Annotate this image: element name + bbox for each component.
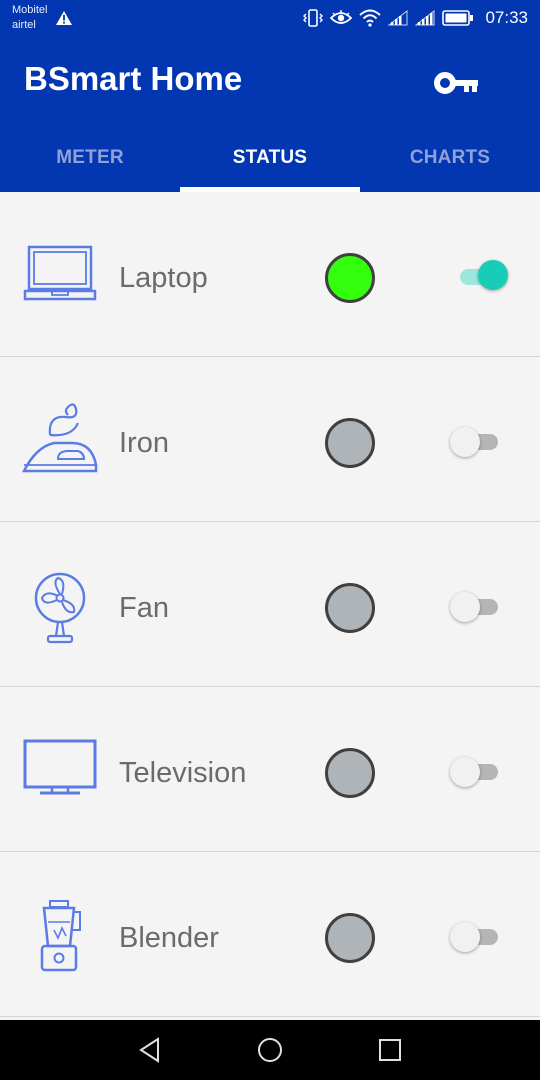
recents-icon[interactable]: [376, 1036, 404, 1064]
wifi-icon: [359, 9, 382, 27]
signal-icon-1: [388, 10, 408, 26]
laptop-icon: [22, 238, 98, 318]
system-nav-bar: [0, 1020, 540, 1080]
key-icon[interactable]: [434, 69, 480, 97]
tab-status[interactable]: STATUS: [180, 132, 360, 192]
iron-icon: [22, 403, 98, 483]
device-label: Blender: [119, 922, 219, 954]
carrier-1: Mobitel: [12, 4, 48, 16]
warning-icon: [56, 11, 72, 25]
status-bar: Mobitel airtel 07:33: [0, 0, 540, 36]
tab-meter[interactable]: METER: [0, 132, 180, 192]
clock: 07:33: [485, 8, 528, 27]
device-row-laptop: Laptop: [0, 192, 540, 357]
battery-icon: [442, 10, 474, 26]
status-indicator: [325, 748, 375, 798]
power-toggle[interactable]: [448, 755, 500, 787]
device-row-blender: Blender: [0, 852, 540, 1017]
status-icons: 07:33: [303, 8, 528, 28]
power-toggle[interactable]: [448, 920, 500, 952]
carrier-info: Mobitel airtel: [12, 3, 47, 33]
device-label: Iron: [119, 427, 169, 459]
tab-bar: METER STATUS CHARTS: [0, 132, 540, 192]
status-indicator: [325, 913, 375, 963]
power-toggle[interactable]: [448, 425, 500, 457]
device-row-television: Television: [0, 687, 540, 852]
television-icon: [22, 733, 98, 813]
power-toggle[interactable]: [448, 590, 500, 622]
device-row-iron: Iron: [0, 357, 540, 522]
power-toggle[interactable]: [448, 260, 508, 292]
back-icon[interactable]: [136, 1036, 164, 1064]
device-label: Fan: [119, 592, 169, 624]
tab-charts[interactable]: CHARTS: [360, 132, 540, 192]
blender-icon: [22, 898, 98, 978]
fan-icon: [22, 568, 98, 648]
device-label: Laptop: [119, 262, 208, 294]
app-bar: BSmart Home METER STATUS CHARTS: [0, 36, 540, 192]
device-row-fan: Fan: [0, 522, 540, 687]
eye-icon: [330, 10, 353, 24]
signal-icon-2: [415, 10, 435, 26]
status-indicator: [325, 418, 375, 468]
vibrate-icon: [303, 9, 324, 27]
status-indicator: [325, 583, 375, 633]
device-list: Laptop Iron Fan Television Blender: [0, 192, 540, 1017]
device-label: Television: [119, 757, 247, 789]
app-title: BSmart Home: [24, 60, 243, 97]
home-icon[interactable]: [256, 1036, 284, 1064]
carrier-2: airtel: [12, 19, 36, 31]
status-indicator: [325, 253, 375, 303]
